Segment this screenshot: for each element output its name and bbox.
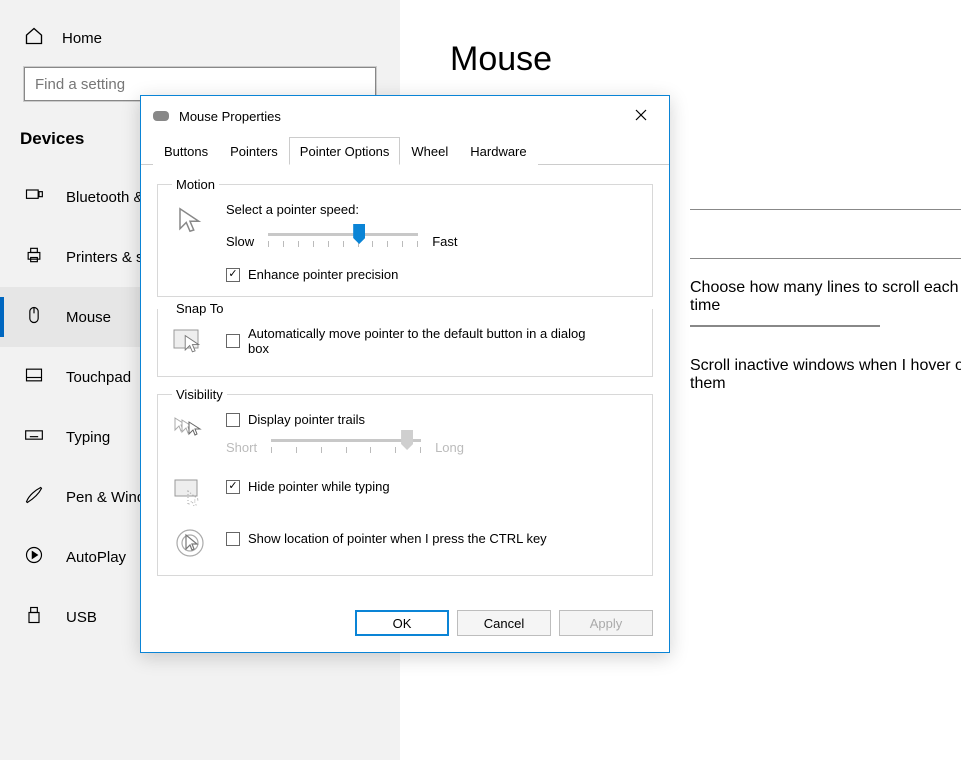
- bg-scroll-label: Choose how many lines to scroll each tim…: [690, 279, 961, 315]
- hide-typing-checkbox[interactable]: [226, 480, 240, 494]
- sidebar-item-label: Mouse: [66, 309, 111, 326]
- slow-label: Slow: [226, 234, 254, 249]
- tab-buttons[interactable]: Buttons: [153, 137, 219, 165]
- group-snap-to: Snap To Automatically move pointer to th…: [157, 301, 653, 377]
- ctrl-locate-checkbox[interactable]: [226, 532, 240, 546]
- trails-long-label: Long: [435, 440, 464, 455]
- dialog-tabs: Buttons Pointers Pointer Options Wheel H…: [141, 136, 669, 165]
- pointer-speed-slider[interactable]: [268, 227, 418, 255]
- hide-typing-icon: [172, 475, 208, 511]
- keyboard-icon: [24, 425, 44, 449]
- tab-hardware[interactable]: Hardware: [459, 137, 537, 165]
- group-visibility-legend: Visibility: [172, 387, 227, 402]
- sidebar-item-label: Touchpad: [66, 369, 131, 386]
- hide-typing-label: Hide pointer while typing: [248, 479, 390, 494]
- pointer-trails-slider: [271, 433, 421, 461]
- fast-label: Fast: [432, 234, 457, 249]
- autoplay-icon: [24, 545, 44, 569]
- mouse-icon: [24, 305, 44, 329]
- cancel-button[interactable]: Cancel: [457, 610, 551, 636]
- trails-short-label: Short: [226, 440, 257, 455]
- pointer-trails-icon: [172, 412, 208, 448]
- dialog-body: Motion Select a pointer speed: Slow Fas: [141, 165, 669, 600]
- tab-wheel[interactable]: Wheel: [400, 137, 459, 165]
- sidebar-item-label: AutoPlay: [66, 549, 126, 566]
- group-snap-to-legend: Snap To: [172, 301, 227, 316]
- dialog-footer: OK Cancel Apply: [141, 600, 669, 652]
- apply-button: Apply: [559, 610, 653, 636]
- group-motion: Motion Select a pointer speed: Slow Fas: [157, 177, 653, 297]
- mouse-small-icon: [153, 111, 169, 121]
- home-nav-item[interactable]: Home: [0, 20, 400, 67]
- mouse-properties-dialog: Mouse Properties Buttons Pointers Pointe…: [140, 95, 670, 653]
- enhance-precision-label: Enhance pointer precision: [248, 267, 398, 282]
- home-label: Home: [62, 30, 102, 47]
- select-speed-label: Select a pointer speed:: [226, 202, 638, 217]
- bg-hover-label: Scroll inactive windows when I hover ove…: [690, 357, 961, 393]
- ctrl-locate-icon: [172, 525, 208, 561]
- touchpad-icon: [24, 365, 44, 389]
- search-placeholder: Find a setting: [35, 76, 125, 93]
- printer-icon: [24, 245, 44, 269]
- tab-pointer-options[interactable]: Pointer Options: [289, 137, 401, 165]
- group-visibility: Visibility Display pointer trails Short: [157, 387, 653, 576]
- home-icon: [24, 26, 44, 51]
- snap-to-checkbox[interactable]: [226, 334, 240, 348]
- pen-icon: [24, 485, 44, 509]
- sidebar-item-label: Typing: [66, 429, 110, 446]
- ok-button[interactable]: OK: [355, 610, 449, 636]
- bluetooth-icon: [24, 185, 44, 209]
- usb-icon: [24, 605, 44, 629]
- tab-pointers[interactable]: Pointers: [219, 137, 289, 165]
- close-button[interactable]: [625, 104, 657, 129]
- page-title: Mouse: [450, 40, 941, 79]
- snap-to-icon: [172, 326, 208, 362]
- pointer-trails-checkbox[interactable]: [226, 413, 240, 427]
- pointer-speed-icon: [172, 202, 208, 238]
- dialog-title: Mouse Properties: [179, 109, 625, 124]
- snap-to-label: Automatically move pointer to the defaul…: [248, 326, 608, 356]
- group-motion-legend: Motion: [172, 177, 219, 192]
- dialog-titlebar[interactable]: Mouse Properties: [141, 96, 669, 136]
- enhance-precision-checkbox[interactable]: [226, 268, 240, 282]
- ctrl-locate-label: Show location of pointer when I press th…: [248, 531, 547, 546]
- sidebar-item-label: USB: [66, 609, 97, 626]
- pointer-trails-label: Display pointer trails: [248, 412, 365, 427]
